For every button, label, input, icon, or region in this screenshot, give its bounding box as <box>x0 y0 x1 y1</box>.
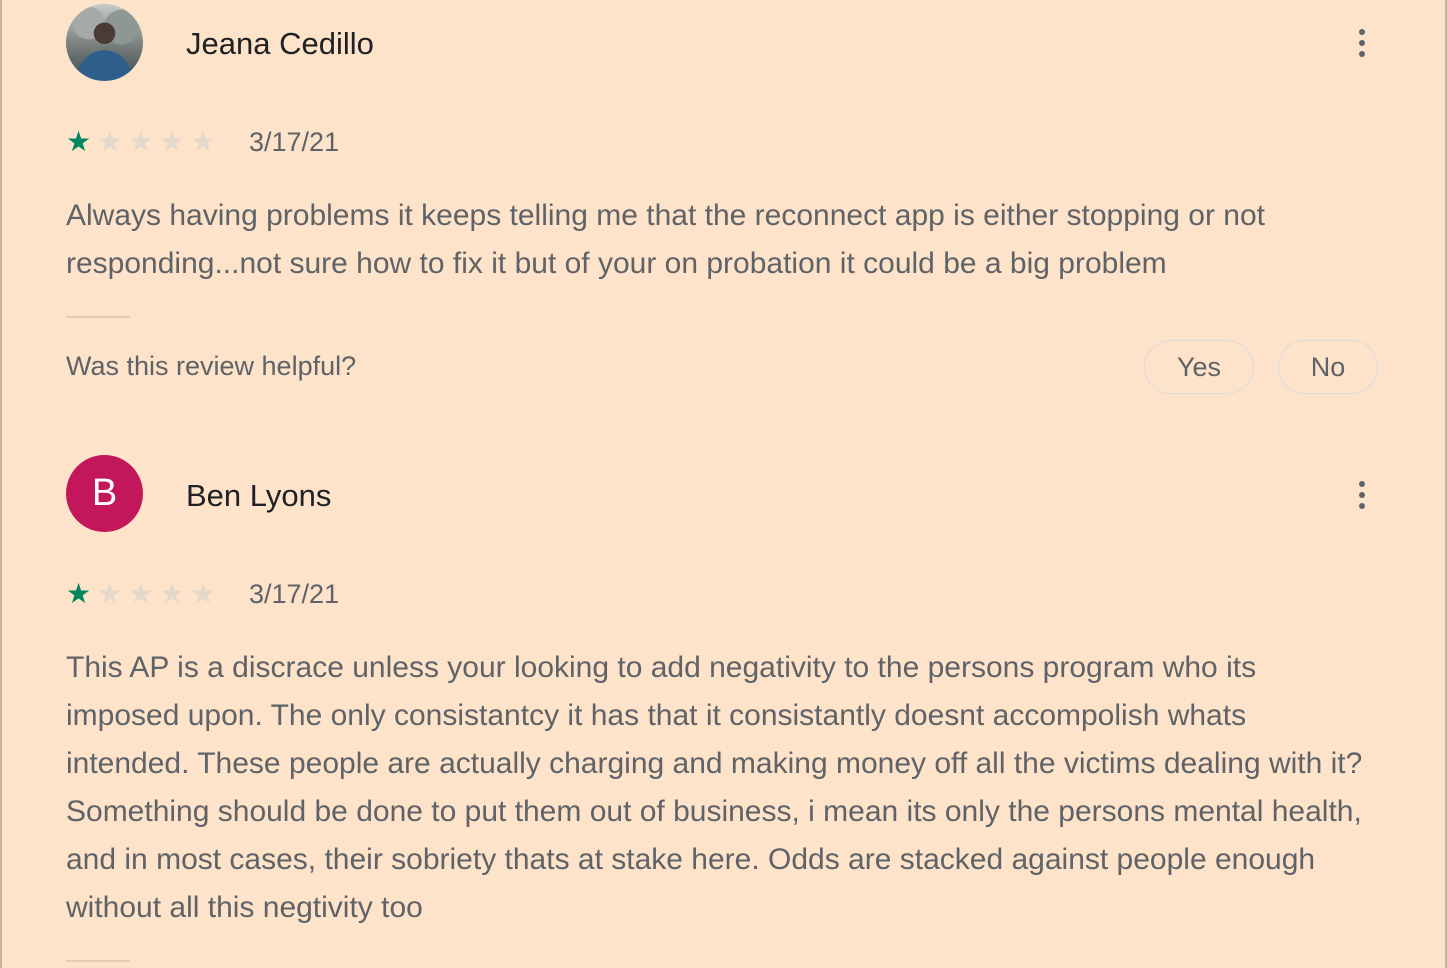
star-filled-icon: ★ <box>66 126 92 157</box>
reviewer-avatar <box>66 4 143 81</box>
more-vert-icon[interactable] <box>1350 25 1374 61</box>
star-empty-icon: ★ <box>190 126 216 157</box>
divider <box>66 316 130 318</box>
star-empty-icon: ★ <box>97 578 123 609</box>
star-rating: ★ ★ ★ ★ ★ <box>66 127 216 157</box>
more-vert-icon[interactable] <box>1350 477 1374 513</box>
star-empty-icon: ★ <box>159 578 185 609</box>
star-empty-icon: ★ <box>97 126 123 157</box>
star-filled-icon: ★ <box>66 578 92 609</box>
review-card: Jeana Cedillo ★ ★ ★ ★ ★ 3/17/21 Always h… <box>0 0 1447 420</box>
review-date: 3/17/21 <box>249 579 340 609</box>
reviewer-name: Ben Lyons <box>186 478 332 513</box>
helpful-yes-button[interactable]: Yes <box>1144 340 1254 394</box>
star-empty-icon: ★ <box>128 126 154 157</box>
helpful-prompt: Was this review helpful? <box>66 351 357 381</box>
star-rating: ★ ★ ★ ★ ★ <box>66 579 216 609</box>
review-date: 3/17/21 <box>249 127 340 157</box>
helpful-no-button[interactable]: No <box>1278 340 1378 394</box>
star-empty-icon: ★ <box>128 578 154 609</box>
review-text: Always having problems it keeps telling … <box>66 199 1266 280</box>
star-empty-icon: ★ <box>190 578 216 609</box>
review-card: B Ben Lyons ★ ★ ★ ★ ★ 3/17/21 This AP is… <box>0 420 1447 968</box>
star-empty-icon: ★ <box>159 126 185 157</box>
review-text: This AP is a discrace unless your lookin… <box>66 651 1363 924</box>
divider <box>66 960 130 962</box>
reviewer-avatar: B <box>66 455 143 532</box>
reviewer-name: Jeana Cedillo <box>186 26 374 61</box>
